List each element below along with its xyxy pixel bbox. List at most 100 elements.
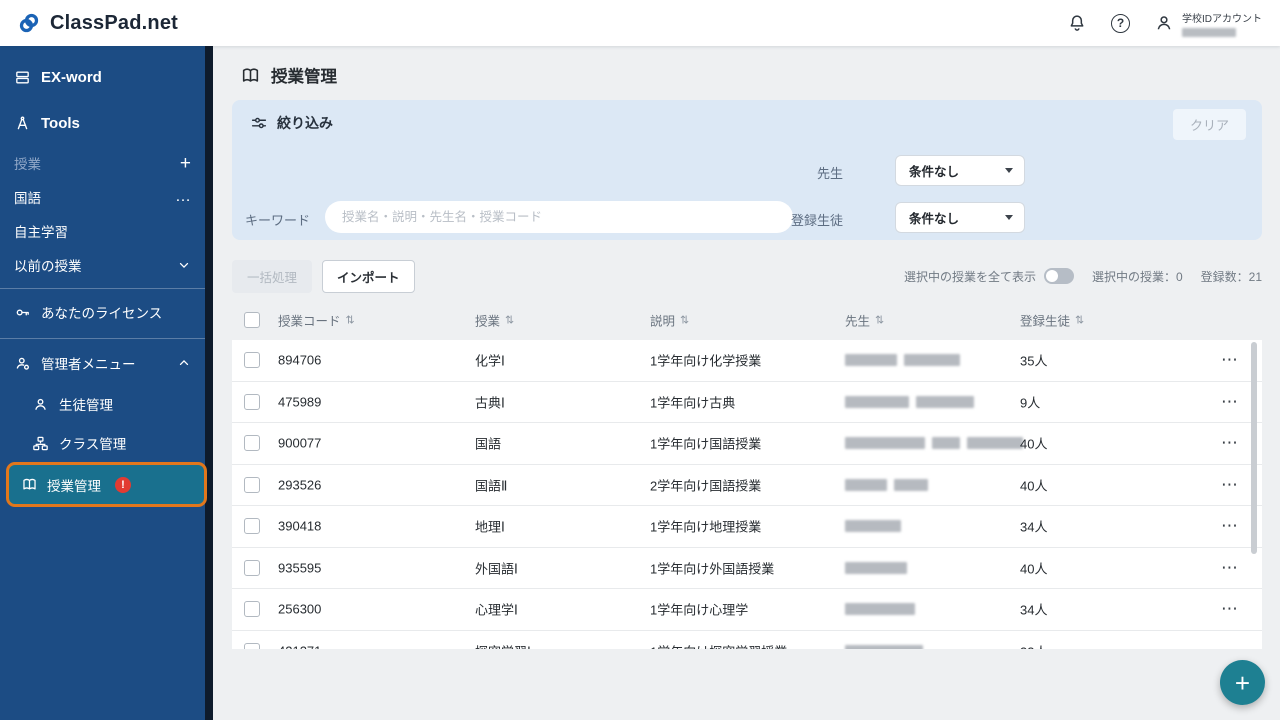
chevron-up-icon xyxy=(177,356,191,370)
cell-teacher-redacted xyxy=(845,562,914,574)
sidebar-scrollbar[interactable] xyxy=(205,46,213,720)
redacted-teacher-name xyxy=(845,396,909,408)
select-all-checkbox[interactable] xyxy=(244,312,260,328)
row-checkbox[interactable] xyxy=(244,477,260,493)
more-options-icon[interactable]: … xyxy=(175,189,191,205)
classpad-link-icon xyxy=(16,10,42,36)
row-checkbox[interactable] xyxy=(244,435,260,451)
row-checkbox[interactable] xyxy=(244,560,260,576)
account-menu[interactable]: 学校IDアカウント xyxy=(1154,10,1262,37)
row-actions-button[interactable]: ⋯ xyxy=(1210,558,1250,578)
table-row[interactable]: 256300 心理学Ⅰ 1学年向け心理学 34人 ⋯ xyxy=(232,589,1262,631)
table-row[interactable]: 293526 国語Ⅱ 2学年向け国語授業 40人 ⋯ xyxy=(232,465,1262,507)
cell-class-code: 900077 xyxy=(278,436,321,451)
import-button[interactable]: インポート xyxy=(322,260,415,293)
row-actions-button[interactable]: ⋯ xyxy=(1210,516,1250,536)
table-row[interactable]: 935595 外国語Ⅰ 1学年向け外国語授業 40人 ⋯ xyxy=(232,548,1262,590)
row-checkbox[interactable] xyxy=(244,352,260,368)
cell-description: 1学年向け探究学習授業 xyxy=(650,641,787,649)
cell-description: 1学年向け心理学 xyxy=(650,600,748,619)
cell-student-count: 33人 xyxy=(1020,641,1047,649)
students-filter-dropdown[interactable]: 条件なし xyxy=(895,202,1025,233)
classpad-logo[interactable]: ClassPad.net xyxy=(16,10,178,36)
cell-teacher-redacted xyxy=(845,603,922,615)
add-class-icon[interactable]: + xyxy=(180,154,191,173)
user-icon xyxy=(1154,13,1174,33)
sidebar-item-student-mgmt[interactable]: 生徒管理 xyxy=(0,389,205,419)
keyword-filter-label: キーワード xyxy=(240,210,310,229)
cell-class-name: 古典Ⅰ xyxy=(475,392,505,411)
teacher-filter-label: 先生 xyxy=(773,163,843,182)
bulk-action-button[interactable]: 一括処理 xyxy=(232,260,312,293)
redacted-teacher-name xyxy=(845,437,925,449)
show-selected-toggle[interactable] xyxy=(1044,268,1074,284)
bell-icon[interactable] xyxy=(1067,13,1087,33)
row-actions-button[interactable]: ⋯ xyxy=(1210,599,1250,619)
sidebar-item-tools[interactable]: Tools xyxy=(0,108,205,138)
sidebar-item-license[interactable]: あなたのライセンス xyxy=(0,297,205,327)
cell-class-name: 探究学習Ⅰ xyxy=(475,641,531,649)
row-checkbox[interactable] xyxy=(244,643,260,649)
clear-filter-button[interactable]: クリア xyxy=(1173,109,1246,140)
sidebar-item-admin-menu[interactable]: 管理者メニュー xyxy=(0,348,205,378)
cell-class-code: 256300 xyxy=(278,602,321,617)
redacted-teacher-name xyxy=(845,603,915,615)
table-row[interactable]: 421271 探究学習Ⅰ 1学年向け探究学習授業 33人 ⋯ xyxy=(232,631,1262,650)
sort-icon[interactable]: ⇅ xyxy=(346,314,355,327)
selected-count-text: 選択中の授業：0 xyxy=(1092,268,1183,285)
col-header-description[interactable]: 説明 ⇅ xyxy=(650,311,689,330)
redacted-teacher-name xyxy=(845,562,907,574)
teacher-filter-dropdown[interactable]: 条件なし xyxy=(895,155,1025,186)
row-checkbox[interactable] xyxy=(244,601,260,617)
cell-student-count: 35人 xyxy=(1020,351,1047,370)
main-content: 授業管理 絞り込み クリア 先生 条件なし キーワード 登録生徒 条件なし 一括… xyxy=(213,46,1280,720)
redacted-teacher-name xyxy=(967,437,1023,449)
sidebar-item-lesson-mgmt-selected[interactable]: 授業管理 ! xyxy=(6,462,207,507)
sidebar-section-classes[interactable]: 授業 + xyxy=(0,148,205,178)
help-icon[interactable]: ? xyxy=(1111,14,1130,33)
cell-description: 2学年向け国語授業 xyxy=(650,475,761,494)
col-header-subject[interactable]: 授業 ⇅ xyxy=(475,311,514,330)
filter-header: 絞り込み xyxy=(250,113,333,133)
table-scrollbar[interactable] xyxy=(1251,342,1257,554)
page-title-text: 授業管理 xyxy=(271,63,337,87)
table-row[interactable]: 900077 国語 1学年向け国語授業 40人 ⋯ xyxy=(232,423,1262,465)
cell-description: 1学年向け外国語授業 xyxy=(650,558,774,577)
row-checkbox[interactable] xyxy=(244,518,260,534)
cell-description: 1学年向け化学授業 xyxy=(650,351,761,370)
cell-teacher-redacted xyxy=(845,520,908,532)
redacted-teacher-name xyxy=(916,396,974,408)
cell-description: 1学年向け古典 xyxy=(650,392,735,411)
table-row[interactable]: 894706 化学Ⅰ 1学年向け化学授業 35人 ⋯ xyxy=(232,340,1262,382)
cell-class-code: 293526 xyxy=(278,477,321,492)
row-actions-button[interactable]: ⋯ xyxy=(1210,641,1250,649)
page-title: 授業管理 xyxy=(240,63,337,87)
sidebar-item-japanese[interactable]: 国語 … xyxy=(0,182,205,212)
col-header-code[interactable]: 授業コード ⇅ xyxy=(278,311,355,330)
col-header-students[interactable]: 登録生徒 ⇅ xyxy=(1020,311,1084,330)
row-actions-button[interactable]: ⋯ xyxy=(1210,475,1250,495)
sidebar-item-self-study[interactable]: 自主学習 xyxy=(0,216,205,246)
add-class-fab[interactable]: + xyxy=(1220,660,1265,705)
sort-icon[interactable]: ⇅ xyxy=(680,314,689,327)
logo-text: ClassPad.net xyxy=(50,12,178,35)
sort-icon[interactable]: ⇅ xyxy=(1075,314,1084,327)
row-checkbox[interactable] xyxy=(244,394,260,410)
cell-description: 1学年向け地理授業 xyxy=(650,517,761,536)
sidebar-item-ex-word[interactable]: EX-word xyxy=(0,62,205,92)
key-icon xyxy=(14,304,31,321)
row-actions-button[interactable]: ⋯ xyxy=(1210,433,1250,453)
row-actions-button[interactable]: ⋯ xyxy=(1210,350,1250,370)
ex-word-icon xyxy=(14,69,31,86)
sidebar-item-previous-classes[interactable]: 以前の授業 xyxy=(0,250,205,280)
keyword-search-input[interactable] xyxy=(325,201,793,233)
row-actions-button[interactable]: ⋯ xyxy=(1210,392,1250,412)
sidebar-item-class-mgmt[interactable]: クラス管理 xyxy=(0,428,205,458)
table-row[interactable]: 475989 古典Ⅰ 1学年向け古典 9人 ⋯ xyxy=(232,382,1262,424)
table-row[interactable]: 390418 地理Ⅰ 1学年向け地理授業 34人 ⋯ xyxy=(232,506,1262,548)
cell-class-name: 化学Ⅰ xyxy=(475,351,505,370)
col-header-teacher[interactable]: 先生 ⇅ xyxy=(845,311,884,330)
sort-icon[interactable]: ⇅ xyxy=(875,314,884,327)
sort-icon[interactable]: ⇅ xyxy=(505,314,514,327)
sidebar: EX-word Tools 授業 + 国語 … 自主学習 以前の授業 あなたのラ… xyxy=(0,46,213,720)
